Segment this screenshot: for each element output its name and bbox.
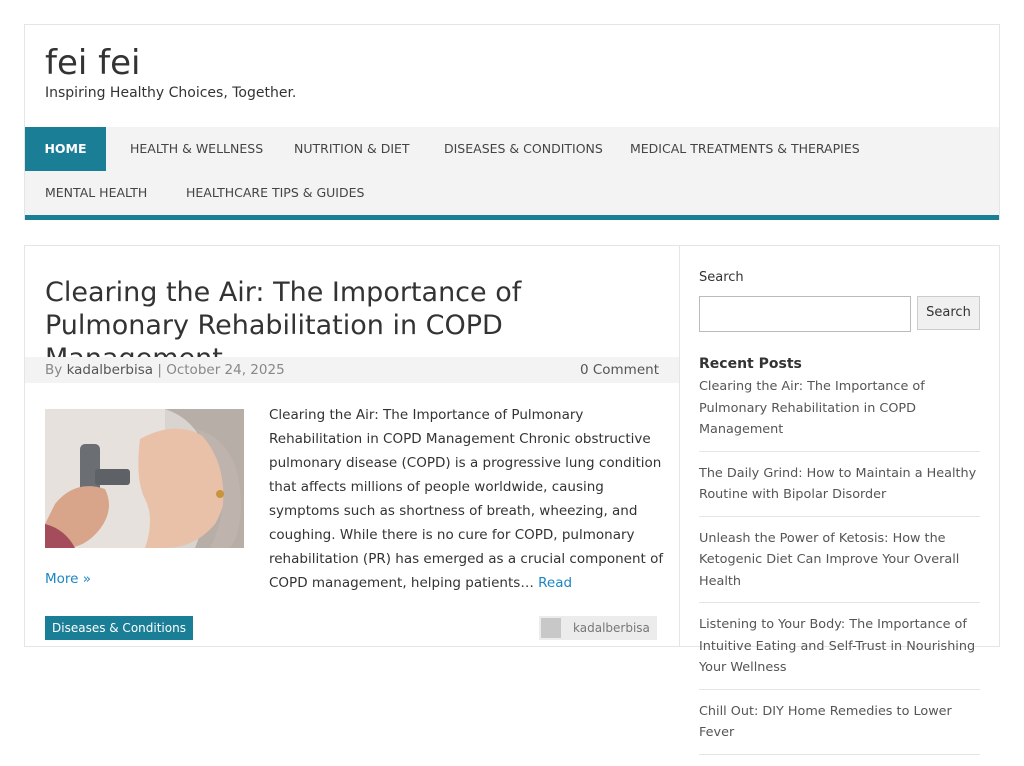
recent-post-link[interactable]: Chill Out: DIY Home Remedies to Lower Fe…: [699, 701, 980, 755]
site-header: fei fei Inspiring Healthy Choices, Toget…: [24, 24, 1000, 220]
recent-post-link[interactable]: Clearing the Air: The Importance of Pulm…: [699, 376, 980, 452]
nav-item-healthcare-tips[interactable]: HEALTHCARE TIPS & GUIDES: [186, 171, 364, 215]
post-excerpt: Clearing the Air: The Importance of Pulm…: [269, 403, 664, 595]
post-footer-author[interactable]: kadalberbisa: [539, 616, 657, 640]
nav-item-home[interactable]: HOME: [25, 127, 106, 171]
main-navigation: HOME HEALTH & WELLNESS NUTRITION & DIET …: [25, 127, 999, 220]
sidebar: Search Search Recent Posts Clearing the …: [699, 246, 989, 755]
recent-post-link[interactable]: Unleash the Power of Ketosis: How the Ke…: [699, 528, 980, 603]
main-column: Clearing the Air: The Importance of Pulm…: [25, 246, 680, 646]
nav-item-mental-health[interactable]: MENTAL HEALTH: [45, 171, 147, 215]
read-more-link[interactable]: Read: [538, 575, 572, 591]
search-input[interactable]: [699, 296, 911, 332]
read-more-link-continued[interactable]: More »: [45, 571, 91, 587]
avatar: [541, 618, 561, 638]
excerpt-text: Clearing the Air: The Importance of Pulm…: [269, 407, 664, 591]
search-label: Search: [699, 270, 744, 285]
post-date[interactable]: October 24, 2025: [166, 362, 284, 378]
recent-post-link[interactable]: The Daily Grind: How to Maintain a Healt…: [699, 463, 980, 517]
recent-posts-heading: Recent Posts: [699, 356, 802, 372]
nav-item-diseases-conditions[interactable]: DISEASES & CONDITIONS: [444, 127, 603, 171]
recent-posts-list: Clearing the Air: The Importance of Pulm…: [699, 376, 980, 766]
post-meta: By kadalberbisa | October 24, 2025 0 Com…: [25, 357, 679, 383]
site-title[interactable]: fei fei: [45, 43, 140, 83]
post-author-link[interactable]: kadalberbisa: [67, 362, 154, 378]
post-thumbnail[interactable]: [45, 409, 244, 548]
nav-item-health-wellness[interactable]: HEALTH & WELLNESS: [130, 127, 263, 171]
comments-link[interactable]: 0 Comment: [580, 357, 659, 383]
nav-item-nutrition-diet[interactable]: NUTRITION & DIET: [294, 127, 410, 171]
content-area: Clearing the Air: The Importance of Pulm…: [24, 245, 1000, 755]
footer-author-name[interactable]: kadalberbisa: [573, 616, 650, 640]
search-button[interactable]: Search: [917, 296, 980, 330]
inhaler-woman-image: [45, 409, 244, 548]
site-tagline: Inspiring Healthy Choices, Together.: [45, 85, 297, 101]
meta-separator: |: [157, 362, 162, 378]
nav-item-medical-treatments[interactable]: MEDICAL TREATMENTS & THERAPIES: [630, 127, 860, 171]
category-tag[interactable]: Diseases & Conditions: [45, 616, 193, 640]
meta-by: By: [45, 362, 63, 378]
recent-post-link[interactable]: Listening to Your Body: The Importance o…: [699, 614, 980, 690]
